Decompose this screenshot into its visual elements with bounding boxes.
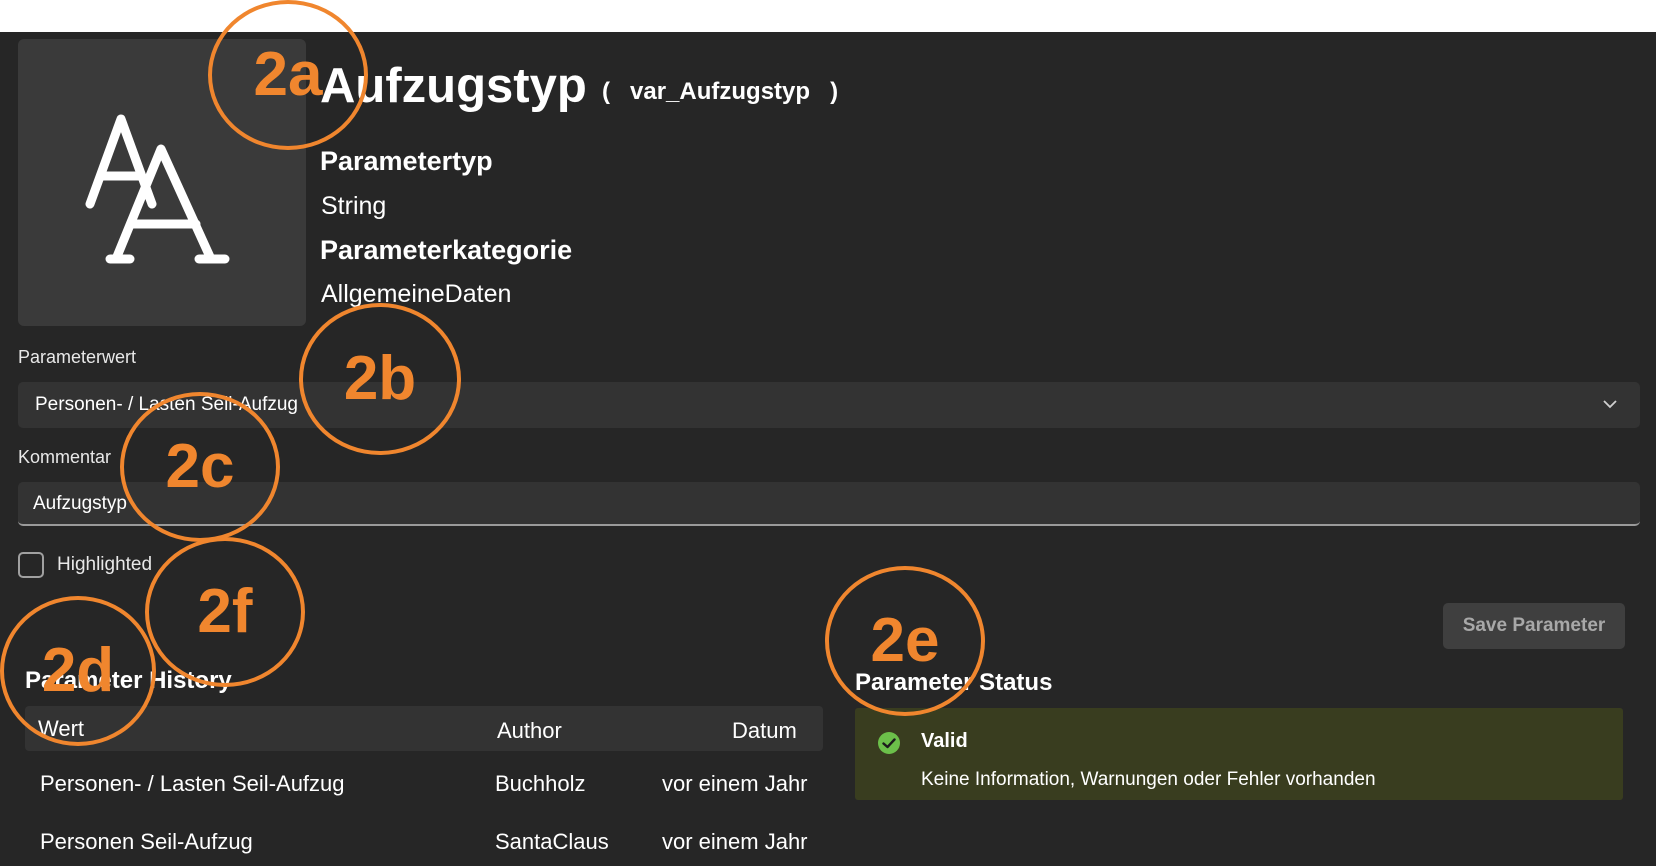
save-parameter-button[interactable]: Save Parameter [1443, 603, 1625, 649]
status-panel: Valid Keine Information, Warnungen oder … [855, 708, 1623, 800]
parameter-category-value: AllgemeineDaten [321, 280, 512, 308]
variable-paren-open: ( [602, 78, 610, 105]
annotation-marker-2a: 2a [208, 0, 368, 150]
history-row-value: Personen- / Lasten Seil-Aufzug [40, 771, 345, 796]
history-row-author: SantaClaus [495, 829, 609, 854]
annotation-marker-2b: 2b [299, 303, 461, 455]
chevron-down-icon [1602, 396, 1618, 417]
check-circle-icon [877, 731, 901, 760]
parameter-category-label: Parameterkategorie [320, 235, 573, 265]
history-table-header [25, 706, 823, 751]
variable-name-text: var_Aufzugstyp [630, 78, 811, 105]
history-col-datum: Datum [732, 718, 797, 743]
parameter-value-label: Parameterwert [18, 347, 137, 367]
parameter-type-label: Parametertyp [320, 146, 493, 176]
variable-paren-close: ) [830, 78, 839, 105]
parameter-variable-name: ( var_Aufzugstyp ) [602, 78, 838, 106]
parameter-type-value: String [321, 192, 387, 220]
annotation-marker-2d: 2d [0, 596, 156, 746]
annotation-marker-2c: 2c [120, 392, 280, 542]
comment-label: Kommentar [18, 447, 112, 467]
status-message: Keine Information, Warnungen oder Fehler… [921, 769, 1376, 790]
annotation-marker-2e: 2e [825, 566, 985, 716]
annotation-marker-2f: 2f [145, 537, 305, 687]
history-row-author: Buchholz [495, 771, 586, 796]
history-row-date: vor einem Jahr [662, 771, 808, 796]
history-row-value: Personen Seil-Aufzug [40, 829, 253, 854]
status-state: Valid [921, 730, 968, 752]
history-col-author: Author [497, 718, 562, 743]
highlighted-checkbox[interactable] [18, 552, 44, 578]
highlighted-label: Highlighted [57, 554, 153, 575]
history-row-date: vor einem Jahr [662, 829, 808, 854]
comment-value: Aufzugstyp [33, 493, 127, 514]
